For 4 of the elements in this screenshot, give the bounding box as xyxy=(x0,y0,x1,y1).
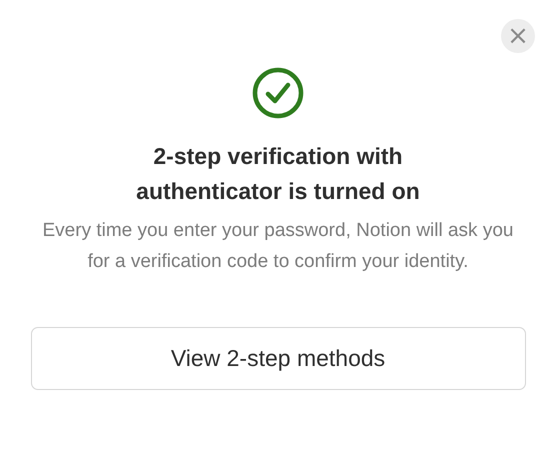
dialog-title: 2-step verification with authenticator is turned on xyxy=(135,142,421,206)
description-text: Every time you enter your password, Notion will ask you for a verification code to confirm your identity. xyxy=(42,219,514,274)
checkmark-circle-icon xyxy=(252,67,304,119)
view-methods-button[interactable]: View 2-step methods xyxy=(30,327,526,390)
